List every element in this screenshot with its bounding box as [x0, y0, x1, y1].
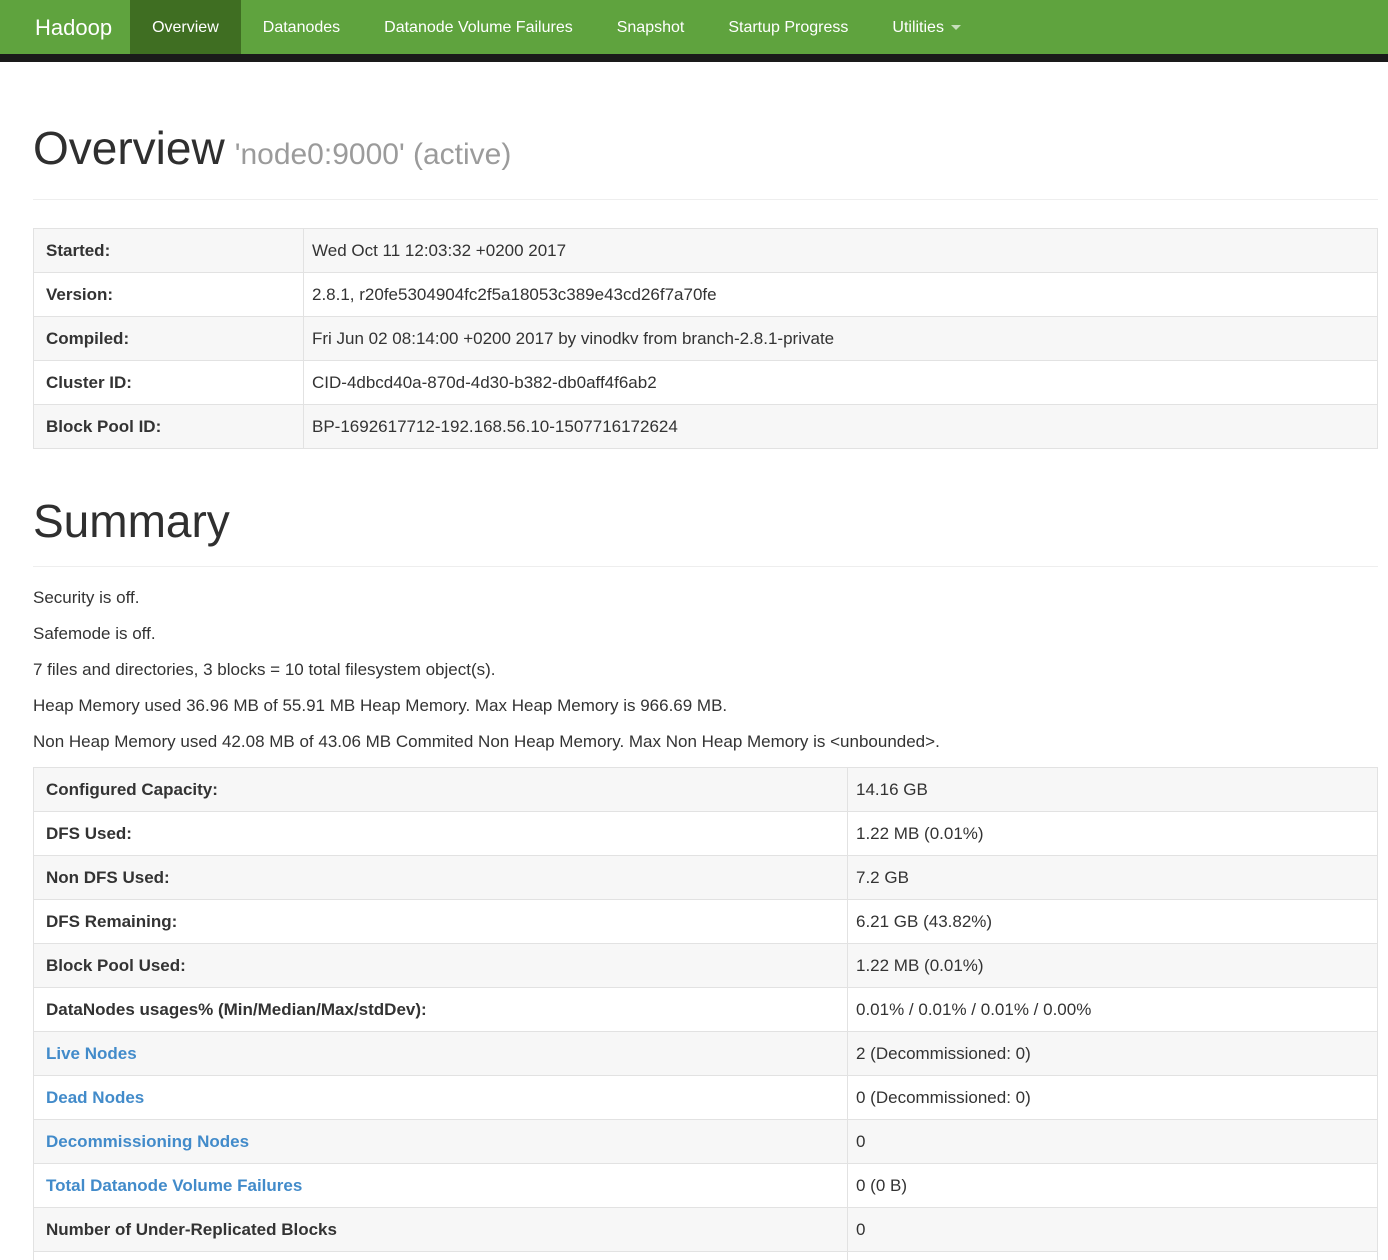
row-label: Block Pool Used: — [34, 944, 848, 988]
row-label: Number of Blocks Pending Deletion — [34, 1252, 848, 1260]
row-label: Dead Nodes — [34, 1076, 848, 1120]
live-nodes-link[interactable]: Live Nodes — [46, 1044, 137, 1063]
page-title: Overview 'node0:9000' (active) — [33, 122, 1378, 181]
table-row: Block Pool Used: 1.22 MB (0.01%) — [34, 944, 1378, 988]
navbar: Hadoop Overview Datanodes Datanode Volum… — [0, 0, 1388, 54]
row-label: Total Datanode Volume Failures — [34, 1164, 848, 1208]
table-row: Block Pool ID: BP-1692617712-192.168.56.… — [34, 405, 1378, 449]
safemode-status-text: Safemode is off. — [33, 623, 1378, 644]
table-row: DFS Remaining: 6.21 GB (43.82%) — [34, 900, 1378, 944]
page-content: Overview 'node0:9000' (active) Started: W… — [33, 122, 1378, 1260]
row-value: 2.8.1, r20fe5304904fc2f5a18053c389e43cd2… — [304, 273, 1378, 317]
row-label: Block Pool ID: — [34, 405, 304, 449]
row-value: 1.22 MB (0.01%) — [848, 812, 1378, 856]
row-value: CID-4dbcd40a-870d-4d30-b382-db0aff4f6ab2 — [304, 361, 1378, 405]
row-value: 0 — [848, 1120, 1378, 1164]
security-status-text: Security is off. — [33, 587, 1378, 608]
tab-snapshot[interactable]: Snapshot — [595, 0, 707, 54]
row-value: 0.01% / 0.01% / 0.01% / 0.00% — [848, 988, 1378, 1032]
row-value: 6.21 GB (43.82%) — [848, 900, 1378, 944]
tab-utilities-label: Utilities — [892, 17, 944, 38]
table-row: Dead Nodes 0 (Decommissioned: 0) — [34, 1076, 1378, 1120]
dead-nodes-link[interactable]: Dead Nodes — [46, 1088, 144, 1107]
row-label: Configured Capacity: — [34, 768, 848, 812]
table-row: Compiled: Fri Jun 02 08:14:00 +0200 2017… — [34, 317, 1378, 361]
table-row: Started: Wed Oct 11 12:03:32 +0200 2017 — [34, 229, 1378, 273]
row-value: 14.16 GB — [848, 768, 1378, 812]
row-value: BP-1692617712-192.168.56.10-150771617262… — [304, 405, 1378, 449]
chevron-down-icon — [951, 25, 961, 30]
table-row: Number of Under-Replicated Blocks 0 — [34, 1208, 1378, 1252]
total-datanode-volume-failures-link[interactable]: Total Datanode Volume Failures — [46, 1176, 302, 1195]
row-value: Fri Jun 02 08:14:00 +0200 2017 by vinodk… — [304, 317, 1378, 361]
overview-section-header: Overview 'node0:9000' (active) — [33, 122, 1378, 200]
tab-startup-progress[interactable]: Startup Progress — [706, 0, 870, 54]
table-row: Configured Capacity: 14.16 GB — [34, 768, 1378, 812]
navbar-bottom-strip — [0, 54, 1388, 62]
filesystem-objects-text: 7 files and directories, 3 blocks = 10 t… — [33, 659, 1378, 680]
decommissioning-nodes-link[interactable]: Decommissioning Nodes — [46, 1132, 249, 1151]
row-label: Non DFS Used: — [34, 856, 848, 900]
row-label: DFS Used: — [34, 812, 848, 856]
row-label: Number of Under-Replicated Blocks — [34, 1208, 848, 1252]
row-label: Cluster ID: — [34, 361, 304, 405]
table-row: Non DFS Used: 7.2 GB — [34, 856, 1378, 900]
row-label: DFS Remaining: — [34, 900, 848, 944]
row-value: 0 — [848, 1208, 1378, 1252]
row-value: Wed Oct 11 12:03:32 +0200 2017 — [304, 229, 1378, 273]
row-value: 1.22 MB (0.01%) — [848, 944, 1378, 988]
heap-memory-text: Heap Memory used 36.96 MB of 55.91 MB He… — [33, 695, 1378, 716]
summary-paragraphs: Security is off. Safemode is off. 7 file… — [33, 587, 1378, 752]
row-label: Live Nodes — [34, 1032, 848, 1076]
table-row: Live Nodes 2 (Decommissioned: 0) — [34, 1032, 1378, 1076]
row-label: DataNodes usages% (Min/Median/Max/stdDev… — [34, 988, 848, 1032]
table-row: Decommissioning Nodes 0 — [34, 1120, 1378, 1164]
table-row: Number of Blocks Pending Deletion 0 — [34, 1252, 1378, 1260]
row-value: 0 — [848, 1252, 1378, 1260]
brand-hadoop[interactable]: Hadoop — [0, 0, 130, 54]
table-row: DataNodes usages% (Min/Median/Max/stdDev… — [34, 988, 1378, 1032]
tab-datanodes[interactable]: Datanodes — [241, 0, 362, 54]
table-row: Cluster ID: CID-4dbcd40a-870d-4d30-b382-… — [34, 361, 1378, 405]
row-value: 0 (Decommissioned: 0) — [848, 1076, 1378, 1120]
page-title-text: Overview — [33, 122, 225, 174]
row-label: Started: — [34, 229, 304, 273]
row-value: 0 (0 B) — [848, 1164, 1378, 1208]
summary-title: Summary — [33, 495, 1378, 548]
tab-datanode-volume-failures[interactable]: Datanode Volume Failures — [362, 0, 595, 54]
non-heap-memory-text: Non Heap Memory used 42.08 MB of 43.06 M… — [33, 731, 1378, 752]
table-row: DFS Used: 1.22 MB (0.01%) — [34, 812, 1378, 856]
overview-info-table: Started: Wed Oct 11 12:03:32 +0200 2017 … — [33, 228, 1378, 449]
row-label: Version: — [34, 273, 304, 317]
row-value: 7.2 GB — [848, 856, 1378, 900]
tab-utilities[interactable]: Utilities — [870, 0, 983, 54]
table-row: Total Datanode Volume Failures 0 (0 B) — [34, 1164, 1378, 1208]
summary-section-header: Summary — [33, 495, 1378, 567]
summary-stats-table: Configured Capacity: 14.16 GB DFS Used: … — [33, 767, 1378, 1260]
page-title-subtitle: 'node0:9000' (active) — [235, 138, 512, 171]
row-label: Decommissioning Nodes — [34, 1120, 848, 1164]
row-label: Compiled: — [34, 317, 304, 361]
table-row: Version: 2.8.1, r20fe5304904fc2f5a18053c… — [34, 273, 1378, 317]
row-value: 2 (Decommissioned: 0) — [848, 1032, 1378, 1076]
tab-overview[interactable]: Overview — [130, 0, 241, 54]
